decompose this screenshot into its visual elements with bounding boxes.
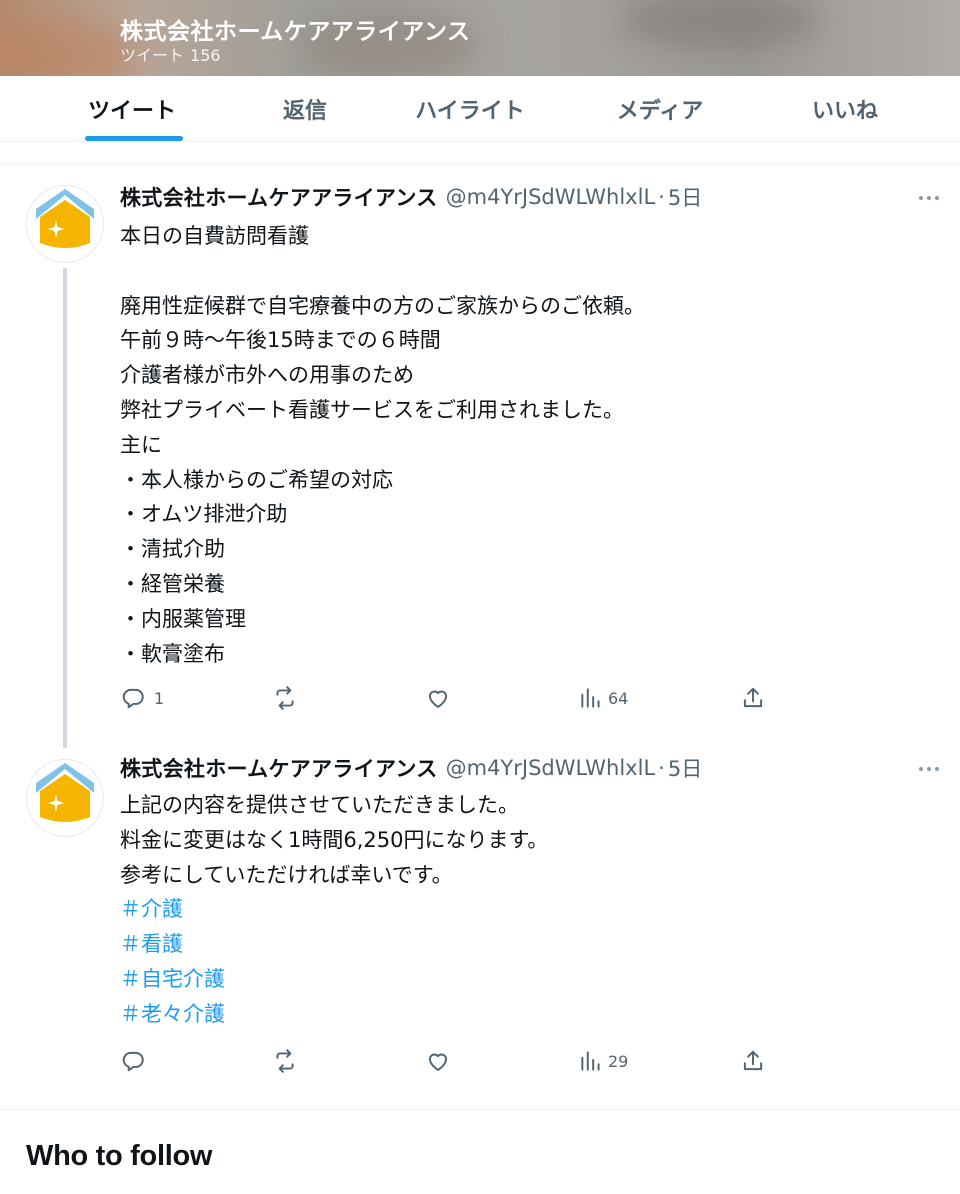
- tab-likes[interactable]: いいね: [785, 76, 905, 142]
- profile-tabs: ツイート 返信 ハイライト メディア いいね: [0, 76, 960, 142]
- tweet-actions: 29: [0, 1045, 960, 1077]
- tweet-text-line: ・オムツ排泄介助: [120, 502, 288, 527]
- separator-dot: ·: [658, 185, 665, 209]
- hashtag-link[interactable]: ＃看護: [120, 927, 920, 962]
- tab-tweets[interactable]: ツイート: [62, 76, 202, 142]
- tabs-spacer: [0, 142, 960, 164]
- tweet-text-line: 上記の内容を提供させていただきました。: [120, 793, 519, 817]
- tweet-text-line: 弊社プライベート看護サービスをご利用されました。: [120, 397, 624, 422]
- views-chart-icon: [581, 1051, 600, 1071]
- hashtag-link[interactable]: ＃自宅介護: [120, 962, 920, 997]
- tweet-text-line: ・清拭介助: [120, 537, 225, 562]
- views-count: 64: [608, 688, 629, 708]
- share-icon: [743, 1050, 763, 1071]
- header-background-blur: [620, 0, 820, 50]
- section-divider: [0, 1109, 960, 1110]
- tweet-actions: 1 64: [0, 682, 960, 714]
- share-button[interactable]: [740, 682, 766, 714]
- retweet-button[interactable]: [272, 682, 298, 714]
- retweet-icon: [276, 1049, 294, 1073]
- active-tab-indicator: [85, 136, 183, 141]
- views-button[interactable]: 64: [578, 682, 628, 714]
- tweet-text-line: 本日の自費訪問看護: [120, 224, 309, 248]
- tweet-text-line: ・軟膏塗布: [120, 641, 225, 666]
- tweet-timestamp[interactable]: 5日: [668, 182, 702, 212]
- author-name[interactable]: 株式会社ホームケアアライアンス: [120, 753, 438, 783]
- tweet-text-line: 午前９時〜午後15時までの６時間: [120, 328, 441, 353]
- tweet-text-line: 主に: [120, 432, 162, 457]
- share-button[interactable]: [740, 1045, 766, 1077]
- hashtag-link[interactable]: ＃介護: [120, 892, 920, 927]
- views-button[interactable]: 29: [578, 1045, 628, 1077]
- tweet-1[interactable]: 株式会社ホームケアアライアンス @m4YrJSdWLWhlxlL · 5日 本日…: [0, 164, 960, 748]
- tweet-text-line: 料金に変更はなく1時間6,250円になります。: [120, 827, 549, 852]
- views-chart-icon: [581, 688, 600, 708]
- tweet-header: 株式会社ホームケアアライアンス @m4YrJSdWLWhlxlL · 5日: [120, 752, 702, 784]
- reply-button[interactable]: 1: [120, 682, 164, 714]
- author-handle[interactable]: @m4YrJSdWLWhlxlL: [446, 756, 656, 780]
- heart-icon: [428, 1053, 448, 1071]
- hashtag-link[interactable]: ＃老々介護: [120, 997, 920, 1032]
- tab-media[interactable]: メディア: [595, 76, 725, 142]
- tweet-text-line: 介護者様が市外への用事のため: [120, 363, 414, 388]
- reply-button[interactable]: [120, 1045, 146, 1077]
- tweet-text-line: ・経管栄養: [120, 571, 225, 596]
- tweet-text-line: 参考にしていただければ幸いです。: [120, 862, 453, 887]
- profile-header-bar: 株式会社ホームケアアライアンス ツイート 156: [0, 0, 960, 76]
- separator-dot: ·: [658, 756, 665, 780]
- reply-icon: [122, 1051, 144, 1072]
- tweet-count-value: 156: [190, 46, 221, 65]
- like-button[interactable]: [425, 1045, 451, 1077]
- share-icon: [743, 687, 763, 708]
- tweet-text-line: [120, 254, 920, 289]
- thread-connector-line: [63, 268, 67, 748]
- avatar[interactable]: [26, 759, 104, 837]
- more-options-icon[interactable]: [916, 756, 942, 782]
- reply-icon: [122, 688, 144, 709]
- tweet-2[interactable]: 株式会社ホームケアアライアンス @m4YrJSdWLWhlxlL · 5日 上記…: [0, 745, 960, 1109]
- tweet-text: 本日の自費訪問看護 廃用性症候群で自宅療養中の方のご家族からのご依頼。 午前９時…: [120, 219, 920, 671]
- like-button[interactable]: [425, 682, 451, 714]
- reply-count: 1: [154, 688, 165, 708]
- tweet-header: 株式会社ホームケアアライアンス @m4YrJSdWLWhlxlL · 5日: [120, 181, 702, 213]
- author-handle[interactable]: @m4YrJSdWLWhlxlL: [446, 185, 656, 209]
- tweet-text-line: ・本人様からのご希望の対応: [120, 467, 393, 492]
- author-name[interactable]: 株式会社ホームケアアライアンス: [120, 182, 438, 212]
- tweet-text-line: ・内服薬管理: [120, 606, 246, 631]
- who-to-follow-heading: Who to follow: [26, 1140, 213, 1172]
- views-count: 29: [608, 1051, 629, 1071]
- more-options-icon[interactable]: [916, 185, 942, 211]
- tab-replies[interactable]: 返信: [250, 76, 360, 142]
- profile-title: 株式会社ホームケアアライアンス: [120, 19, 471, 45]
- retweet-icon: [276, 686, 294, 710]
- tweet-timestamp[interactable]: 5日: [668, 753, 702, 783]
- avatar[interactable]: [26, 185, 104, 263]
- tweet-count-label: ツイート: [120, 46, 185, 65]
- heart-icon: [428, 690, 448, 708]
- tab-highlights[interactable]: ハイライト: [395, 76, 545, 142]
- retweet-button[interactable]: [272, 1045, 298, 1077]
- header-background-blur: [0, 20, 140, 76]
- tweet-text-line: 廃用性症候群で自宅療養中の方のご家族からのご依頼。: [120, 293, 645, 318]
- tweet-text: 上記の内容を提供させていただきました。 料金に変更はなく1時間6,250円になり…: [120, 788, 920, 1032]
- tweet-count: ツイート 156: [120, 42, 227, 66]
